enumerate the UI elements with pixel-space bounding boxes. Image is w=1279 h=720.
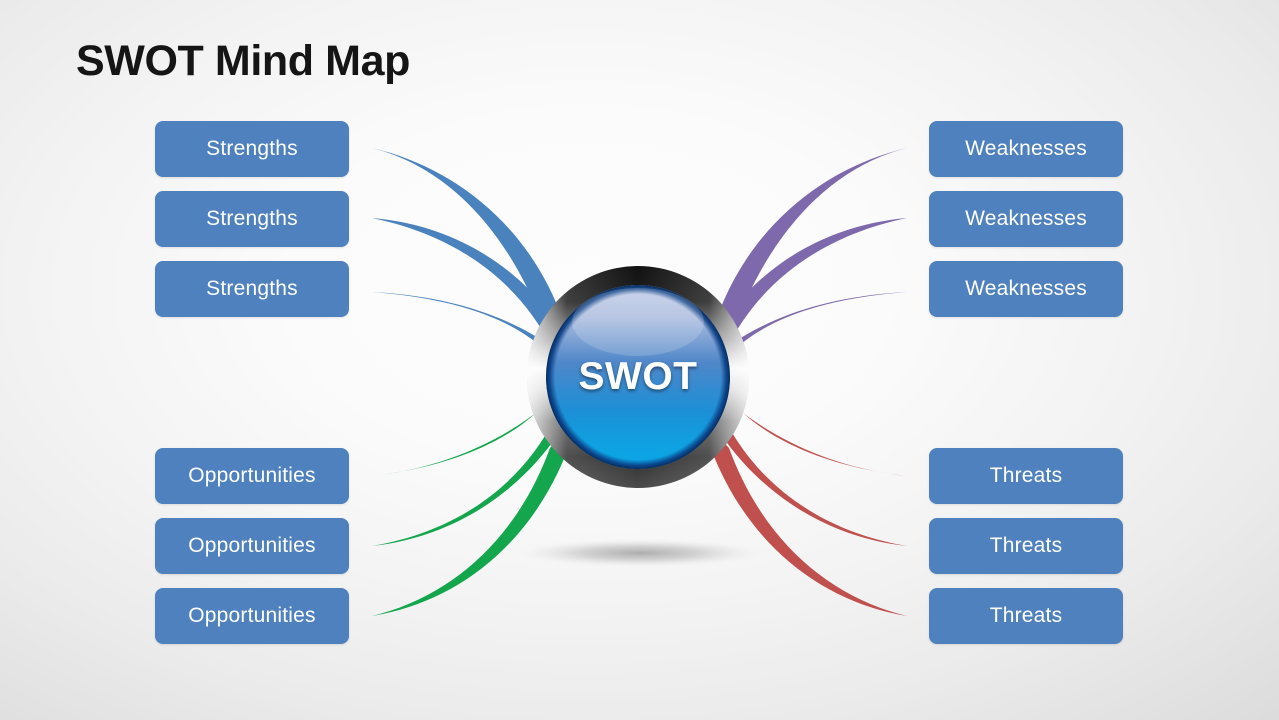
orb-drop-shadow bbox=[510, 538, 770, 568]
node-weaknesses-3[interactable]: Weaknesses bbox=[929, 261, 1123, 317]
node-threats-2[interactable]: Threats bbox=[929, 518, 1123, 574]
node-weaknesses-1[interactable]: Weaknesses bbox=[929, 121, 1123, 177]
node-opportunities-3[interactable]: Opportunities bbox=[155, 588, 349, 644]
node-opportunities-1[interactable]: Opportunities bbox=[155, 448, 349, 504]
node-strengths-3[interactable]: Strengths bbox=[155, 261, 349, 317]
center-orb-wrapper: SWOT bbox=[527, 266, 749, 488]
center-orb-label: SWOT bbox=[578, 355, 698, 398]
node-strengths-1[interactable]: Strengths bbox=[155, 121, 349, 177]
node-strengths-2[interactable]: Strengths bbox=[155, 191, 349, 247]
node-weaknesses-2[interactable]: Weaknesses bbox=[929, 191, 1123, 247]
node-threats-3[interactable]: Threats bbox=[929, 588, 1123, 644]
node-threats-1[interactable]: Threats bbox=[929, 448, 1123, 504]
node-opportunities-2[interactable]: Opportunities bbox=[155, 518, 349, 574]
slide-canvas: SWOT Mind Map SWOT Strengths Strengths S… bbox=[0, 0, 1279, 720]
